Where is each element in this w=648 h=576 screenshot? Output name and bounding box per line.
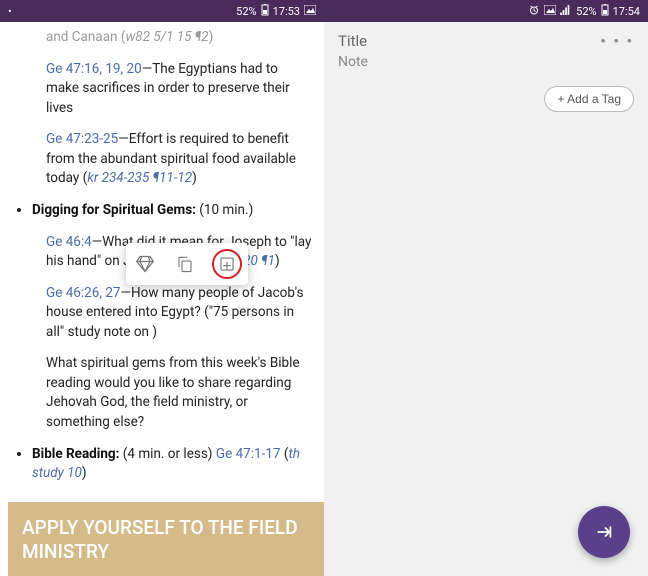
- status-dot: •: [8, 5, 12, 18]
- battery-right: 52%: [576, 5, 596, 18]
- fragment-text: and Canaan (: [46, 29, 125, 45]
- more-menu-icon[interactable]: • • •: [600, 32, 634, 50]
- ref-ge-46-4[interactable]: Ge 46:4: [46, 234, 92, 250]
- picture-icon: [304, 5, 316, 18]
- point-effort: Ge 47:23-25—Effort is required to benefi…: [46, 130, 312, 189]
- content-pane-left: • 52% 17:53 and Canaan (w82 5/1 15 ¶2) G…: [0, 0, 324, 576]
- ref-ge-47-1[interactable]: Ge 47:1-17: [216, 446, 281, 462]
- statusbar-right: 52% 17:54: [324, 0, 648, 22]
- note-title-field[interactable]: Title: [338, 32, 367, 50]
- gem-icon[interactable]: [132, 251, 158, 277]
- ref-ge-47-16[interactable]: Ge 47:16, 19, 20: [46, 61, 142, 77]
- spiritual-gems-question: What spiritual gems from this week's Bib…: [46, 354, 312, 432]
- time-left: 17:53: [273, 5, 300, 18]
- bible-reading-item: Bible Reading: (4 min. or less) Ge 47:1-…: [32, 445, 312, 484]
- ref-ge-47-23[interactable]: Ge 47:23-25: [46, 131, 118, 147]
- ref-ge-46-26[interactable]: Ge 46:26, 27: [46, 285, 121, 301]
- time-right: 17:54: [613, 5, 640, 18]
- statusbar-left: • 52% 17:53: [0, 0, 324, 22]
- ref-kr-234[interactable]: kr 234-235 ¶11-12: [87, 170, 192, 186]
- bible-reading-label: Bible Reading:: [32, 446, 119, 462]
- note-pane-right: 52% 17:54 Title • • • Note + Add a Tag: [324, 0, 648, 576]
- note-body-field[interactable]: Note: [338, 54, 368, 70]
- study-content: and Canaan (w82 5/1 15 ¶2) Ge 47:16, 19,…: [0, 22, 324, 576]
- battery-icon: [261, 4, 269, 19]
- battery-left: 52%: [236, 5, 256, 18]
- point-jacob-house: Ge 46:26, 27—How many people of Jacob's …: [46, 284, 312, 343]
- copy-icon[interactable]: [172, 251, 198, 277]
- section-heading-apply: APPLY YOURSELF TO THE FIELD MINISTRY: [8, 502, 324, 576]
- signal-icon: [560, 5, 572, 18]
- add-note-icon[interactable]: [212, 249, 242, 279]
- selection-toolbar: [126, 243, 248, 285]
- point-sacrifices: Ge 47:16, 19, 20—The Egyptians had to ma…: [46, 60, 312, 119]
- digging-item: Digging for Spiritual Gems: (10 min.) Ge…: [32, 201, 312, 433]
- picture-icon: [544, 5, 556, 18]
- fab-forward-button[interactable]: [578, 506, 630, 558]
- alarm-icon: [528, 4, 540, 19]
- digging-label: Digging for Spiritual Gems:: [32, 202, 196, 218]
- fragment-ref[interactable]: w82 5/1 15 ¶2: [125, 29, 208, 45]
- add-tag-button[interactable]: + Add a Tag: [544, 86, 634, 112]
- battery-icon: [601, 4, 609, 19]
